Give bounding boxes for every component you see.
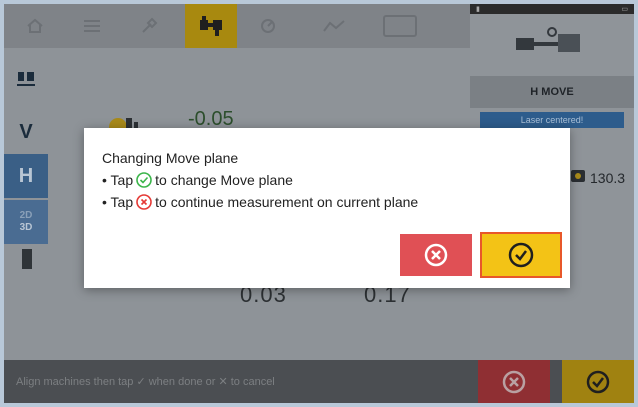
move-plane-dialog: Changing Move plane • Tap to change Move… (84, 128, 570, 288)
dialog-line-1-prefix: • Tap (102, 172, 134, 188)
machine-thumbnail (470, 14, 634, 70)
machines-icon[interactable] (185, 4, 237, 48)
view-2d-3d-toggle[interactable]: 2D 3D (4, 200, 48, 244)
dialog-line-2: • Tap to continue measurement on current… (102, 194, 418, 210)
status-bar: ▮ ▭ (470, 4, 634, 14)
dialog-line-1: • Tap to change Move plane (102, 172, 293, 188)
app-frame: V H 2D 3D -0.05 0.03 0.17 ▮ ▭ H MOVE Las… (4, 4, 634, 403)
cross-circle-icon (136, 194, 152, 210)
laser-banner: Laser centered! (480, 112, 624, 128)
machine-orientation-icon[interactable] (4, 58, 48, 98)
dialog-confirm-button[interactable] (480, 232, 562, 278)
mode-3d-label: 3D (19, 222, 33, 233)
measure-icon[interactable] (247, 4, 289, 48)
cancel-button[interactable] (478, 360, 550, 403)
dialog-line-1-suffix: to change Move plane (155, 172, 293, 188)
frame-icon[interactable] (379, 4, 421, 48)
right-reading: 130.3 (570, 169, 625, 186)
tab-vertical[interactable]: V (4, 112, 48, 152)
cross-circle-icon (424, 243, 448, 267)
tab-horizontal[interactable]: H (4, 154, 48, 198)
confirm-button[interactable] (562, 360, 634, 403)
signal-icon: ▮ (476, 6, 480, 13)
dialog-line-2-suffix: to continue measurement on current plane (155, 194, 419, 210)
hint-text: Align machines then tap ✓ when done or ✕… (16, 376, 275, 388)
dialog-line-2-prefix: • Tap (102, 194, 134, 210)
check-circle-icon (508, 242, 534, 268)
foot-icon (4, 244, 48, 274)
cross-circle-icon (502, 370, 526, 393)
menu-icon[interactable] (71, 4, 113, 48)
right-reading-value: 130.3 (590, 169, 626, 186)
dialog-title: Changing Move plane (102, 150, 239, 166)
dialog-cancel-button[interactable] (400, 234, 472, 276)
home-icon[interactable] (14, 4, 56, 48)
results-icon[interactable] (304, 4, 364, 48)
bottom-bar: Align machines then tap ✓ when done or ✕… (4, 360, 634, 403)
move-label: H MOVE (470, 76, 634, 108)
mode-2d-label: 2D (19, 210, 33, 221)
tools-icon[interactable] (128, 4, 170, 48)
top-toolbar (4, 4, 470, 48)
check-circle-icon (136, 172, 152, 188)
check-circle-icon (586, 370, 610, 393)
battery-icon: ▭ (621, 6, 628, 13)
sensor-icon (570, 169, 586, 186)
